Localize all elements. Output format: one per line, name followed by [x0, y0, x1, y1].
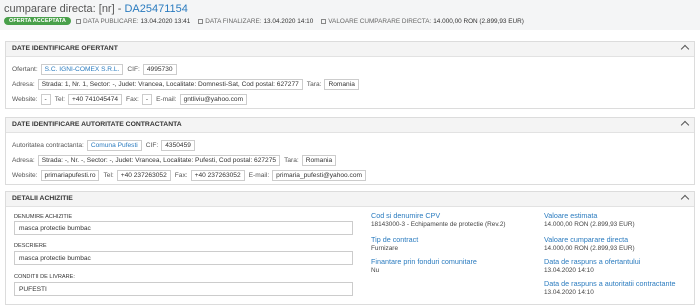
cpv-title: Cod si denumire CPV — [371, 211, 441, 220]
purchase-value: VALOARE CUMPARARE DIRECTA: 14.000,00 RON… — [321, 18, 524, 25]
adresa-label: Adresa: — [12, 81, 35, 88]
tara-label: Tara: — [306, 81, 322, 88]
raspuns-autoritate-value: 13.04.2020 14:10 — [544, 289, 594, 296]
conditii-label: CONDITII DE LIVRARE: — [14, 274, 75, 280]
raspuns-ofertant-title: Data de raspuns a ofertantului — [544, 257, 641, 266]
finantare-value: Nu — [371, 267, 380, 274]
title-prefix: cumparare directa: [nr] - — [4, 3, 125, 15]
tara-label: Tara: — [284, 157, 299, 164]
tip-contract-value: Furnizare — [371, 245, 398, 252]
denumire-field[interactable]: masca protectie bumbac — [14, 221, 353, 235]
autoritate-label: Autoritatea contractanta: — [12, 142, 84, 149]
autoritate-contact-row: Website: primariapufesti.ro Tel: +40 237… — [12, 170, 370, 181]
final-date-label: DATA FINALIZARE: — [205, 17, 262, 25]
email-value: primaria_pufesti@yahoo.com — [272, 170, 367, 181]
detalii-panel-header[interactable]: DETALII ACHIZITIE — [6, 192, 694, 207]
autoritate-panel-title: DATE IDENTIFICARE AUTORITATE CONTRACTANT… — [12, 121, 182, 128]
fax-value: - — [141, 94, 153, 105]
raspuns-ofertant-value: 13.04.2020 14:10 — [544, 267, 594, 274]
header-meta: OFERTA ACCEPTATA DATA PUBLICARE: 13.04.2… — [4, 17, 532, 25]
fax-label: Fax: — [126, 96, 139, 103]
website-label: Website: — [12, 172, 38, 179]
cpv-value: 18143000-3 - Echipamente de protectie (R… — [371, 221, 506, 228]
cif-value: 4995730 — [142, 64, 177, 75]
ofertant-contact-row: Website: - Tel: +40 741045474 Fax: - E-m… — [12, 94, 251, 105]
procurement-number: DA25471154 — [124, 3, 188, 15]
valoare-estimata-title: Valoare estimata — [544, 211, 598, 220]
cif-label: CIF: — [127, 66, 140, 73]
email-label: E-mail: — [156, 96, 177, 103]
publish-date-value: 13.04.2020 13:41 — [140, 17, 191, 25]
page-title: cumparare directa: [nr] - DA25471154 — [4, 3, 188, 15]
autoritate-link[interactable]: Comuna Pufesti — [86, 140, 142, 151]
tel-value: +40 741045474 — [68, 94, 123, 105]
website-value: primariapufesti.ro — [40, 170, 100, 181]
descriere-field[interactable]: masca protectie bumbac — [14, 251, 353, 265]
status-badge: OFERTA ACCEPTATA — [4, 17, 71, 25]
fax-value: +40 237263052 — [190, 170, 245, 181]
publish-date: DATA PUBLICARE: 13.04.2020 13:41 — [75, 17, 191, 25]
valoare-cumparare-title: Valoare cumparare directa — [544, 235, 629, 244]
website-label: Website: — [12, 96, 38, 103]
valoare-estimata-value: 14.000,00 RON (2.899,93 EUR) — [544, 221, 635, 228]
ofertant-link[interactable]: S.C. IGNI-COMEX S.R.L. — [40, 64, 124, 75]
descriere-label: DESCRIERE — [14, 243, 47, 249]
autoritate-address-row: Adresa: Strada: -, Nr. -, Sector: -, Jud… — [12, 155, 340, 166]
tel-value: +40 237263052 — [116, 170, 171, 181]
tara-value: Romania — [324, 79, 359, 90]
valoare-cumparare-value: 14.000,00 RON (2.899,93 EUR) — [544, 245, 635, 252]
ofertant-row: Ofertant: S.C. IGNI-COMEX S.R.L. CIF: 49… — [12, 64, 181, 75]
adresa-value: Strada: 1, Nr. 1, Sector: -, Judet: Vran… — [37, 79, 303, 90]
cif-label: CIF: — [145, 142, 159, 149]
calendar-icon — [75, 18, 81, 24]
calendar-icon — [198, 18, 204, 24]
ofertant-address-row: Adresa: Strada: 1, Nr. 1, Sector: -, Jud… — [12, 79, 363, 90]
email-value: gntliviu@yahoo.com — [179, 94, 248, 105]
final-date-value: 13.04.2020 14:10 — [263, 17, 314, 25]
calendar-icon — [321, 18, 327, 24]
autoritate-panel: DATE IDENTIFICARE AUTORITATE CONTRACTANT… — [5, 117, 695, 185]
purchase-value-label: VALOARE CUMPARARE DIRECTA: — [328, 17, 432, 25]
finantare-title: Finantare prin fonduri comunitare — [371, 257, 477, 266]
purchase-value-amount: 14.000,00 RON (2.899,93 EUR) — [433, 17, 524, 25]
publish-date-label: DATA PUBLICARE: — [82, 17, 139, 25]
page-header: cumparare directa: [nr] - DA25471154 OFE… — [0, 0, 700, 30]
detalii-panel-title: DETALII ACHIZITIE — [12, 195, 73, 202]
ofertant-panel-header[interactable]: DATE IDENTIFICARE OFERTANT — [6, 42, 694, 57]
tel-label: Tel: — [54, 96, 66, 103]
final-date: DATA FINALIZARE: 13.04.2020 14:10 — [198, 18, 313, 25]
collapse-icon[interactable] — [680, 44, 690, 54]
adresa-label: Adresa: — [12, 157, 35, 164]
raspuns-autoritate-title: Data de raspuns a autoritatii contractan… — [544, 279, 676, 288]
email-label: E-mail: — [248, 172, 270, 179]
cif-value: 4350459 — [161, 140, 195, 151]
autoritate-panel-header[interactable]: DATE IDENTIFICARE AUTORITATE CONTRACTANT… — [6, 118, 694, 133]
tara-value: Romania — [301, 155, 337, 166]
autoritate-row: Autoritatea contractanta: Comuna Pufesti… — [12, 140, 199, 151]
ofertant-panel-title: DATE IDENTIFICARE OFERTANT — [12, 45, 118, 52]
adresa-value: Strada: -, Nr. -, Sector: -, Judet: Vran… — [37, 155, 281, 166]
conditii-field[interactable]: PUFESTI — [14, 282, 353, 296]
denumire-label: DENUMIRE ACHIZITIE — [14, 214, 73, 220]
ofertant-panel: DATE IDENTIFICARE OFERTANT Ofertant: S.C… — [5, 41, 695, 109]
collapse-icon[interactable] — [680, 120, 690, 130]
website-value: - — [40, 94, 51, 105]
tip-contract-title: Tip de contract — [371, 235, 419, 244]
detalii-panel: DETALII ACHIZITIE DENUMIRE ACHIZITIE mas… — [5, 191, 695, 305]
fax-label: Fax: — [174, 172, 188, 179]
collapse-icon[interactable] — [680, 194, 690, 204]
ofertant-label: Ofertant: — [12, 66, 38, 73]
tel-label: Tel: — [103, 172, 114, 179]
